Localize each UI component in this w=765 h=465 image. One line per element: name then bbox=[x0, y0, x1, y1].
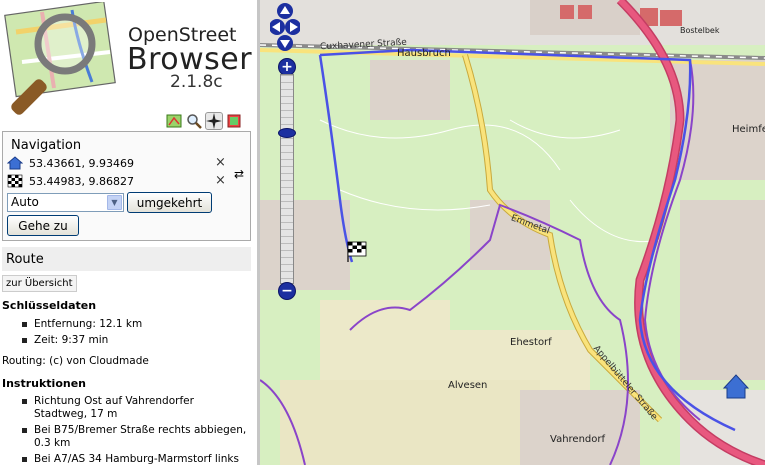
sidebar: OpenStreet Browser 2.1.8c Navigation 53.… bbox=[0, 0, 257, 465]
zoom-control[interactable]: + − bbox=[278, 58, 296, 300]
navigation-panel: Navigation 53.43661, 9.93469 × 53.44983,… bbox=[2, 131, 251, 241]
map-canvas bbox=[260, 0, 765, 465]
end-point-row: 53.44983, 9.86827 bbox=[7, 173, 134, 189]
openstreetbrowser-logo-icon bbox=[4, 2, 116, 115]
place-ehestorf: Ehestorf bbox=[510, 337, 552, 348]
map-icon[interactable] bbox=[166, 113, 182, 129]
magnifier-icon[interactable] bbox=[186, 113, 202, 129]
place-alvesen: Alvesen bbox=[448, 380, 488, 391]
remove-start-button[interactable]: × bbox=[215, 156, 226, 169]
go-button[interactable]: Gehe zu bbox=[7, 215, 79, 236]
time-item: Zeit: 9:37 min bbox=[22, 334, 247, 347]
distance-item: Entfernung: 12.1 km bbox=[22, 318, 247, 331]
instruction-item[interactable]: Bei A7/AS 34 Hamburg-Marmstorf links bbox=[22, 453, 247, 465]
map-view[interactable]: Hausbruch Heimfe Ehestorf Alvesen Vahren… bbox=[260, 0, 765, 465]
overview-button[interactable]: zur Übersicht bbox=[2, 275, 77, 292]
zoom-slider-track[interactable] bbox=[280, 74, 294, 284]
route-title: Route bbox=[2, 247, 251, 271]
pan-control[interactable] bbox=[270, 2, 300, 52]
checkered-flag-icon bbox=[7, 174, 23, 188]
chevron-down-icon[interactable]: ▼ bbox=[107, 195, 122, 210]
place-hausbruch: Hausbruch bbox=[397, 48, 451, 59]
layers-icon[interactable] bbox=[226, 113, 242, 129]
instructions-list: Richtung Ost auf Vahrendorfer Stadtweg, … bbox=[22, 395, 247, 465]
key-data-list: Entfernung: 12.1 km Zeit: 9:37 min bbox=[22, 318, 247, 350]
home-icon bbox=[7, 156, 23, 170]
remove-end-button[interactable]: × bbox=[215, 174, 226, 187]
routing-credit: Routing: (c) von Cloudmade bbox=[2, 355, 149, 367]
key-data-title: Schlüsseldaten bbox=[2, 299, 97, 312]
app-version: 2.1.8c bbox=[170, 72, 223, 92]
swap-icon[interactable]: ⇄ bbox=[234, 167, 244, 181]
start-point-row: 53.43661, 9.93469 bbox=[7, 155, 134, 171]
start-coords: 53.43661, 9.93469 bbox=[29, 156, 134, 170]
compass-icon[interactable] bbox=[205, 112, 223, 130]
zoom-out-button[interactable]: − bbox=[278, 282, 296, 300]
end-coords: 53.44983, 9.86827 bbox=[29, 174, 134, 188]
zoom-slider-handle[interactable] bbox=[278, 128, 296, 138]
place-heimfeld: Heimfe bbox=[732, 124, 765, 135]
travel-mode-select[interactable]: Auto ▼ bbox=[7, 193, 124, 212]
toolbar bbox=[166, 112, 242, 131]
navigation-title: Navigation bbox=[11, 138, 82, 153]
place-vahrendorf: Vahrendorf bbox=[550, 434, 606, 445]
reverse-button[interactable]: umgekehrt bbox=[127, 192, 212, 213]
instruction-item[interactable]: Bei B75/Bremer Straße rechts abbiegen, 0… bbox=[22, 424, 247, 450]
instructions-title: Instruktionen bbox=[2, 377, 87, 390]
place-bostelbek: Bostelbek bbox=[680, 26, 720, 35]
travel-mode-value: Auto bbox=[11, 195, 39, 209]
instruction-item[interactable]: Richtung Ost auf Vahrendorfer Stadtweg, … bbox=[22, 395, 247, 421]
